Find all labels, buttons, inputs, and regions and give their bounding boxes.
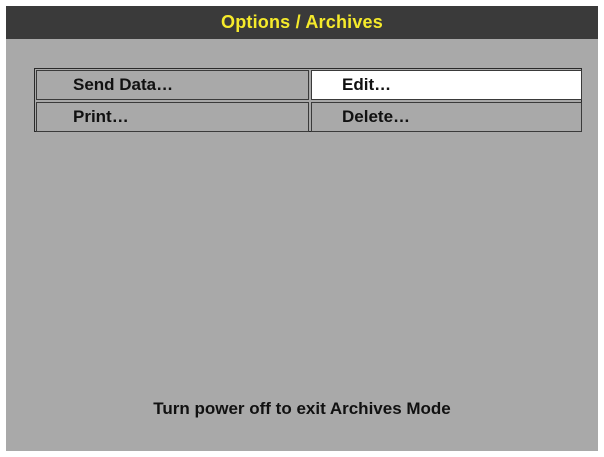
options-menu: Send Data… Edit… Print… Delete…: [34, 68, 582, 132]
archives-screen: Options / Archives Send Data… Edit… Prin…: [6, 6, 598, 451]
send-data-button[interactable]: Send Data…: [36, 70, 309, 100]
status-message: Turn power off to exit Archives Mode: [153, 399, 451, 418]
print-button[interactable]: Print…: [36, 102, 309, 132]
send-data-label: Send Data…: [73, 75, 174, 94]
edit-label: Edit…: [342, 75, 392, 94]
page-title: Options / Archives: [221, 12, 383, 32]
edit-button[interactable]: Edit…: [311, 70, 582, 100]
print-label: Print…: [73, 107, 129, 126]
title-bar: Options / Archives: [6, 6, 598, 39]
delete-button[interactable]: Delete…: [311, 102, 582, 132]
delete-label: Delete…: [342, 107, 411, 126]
